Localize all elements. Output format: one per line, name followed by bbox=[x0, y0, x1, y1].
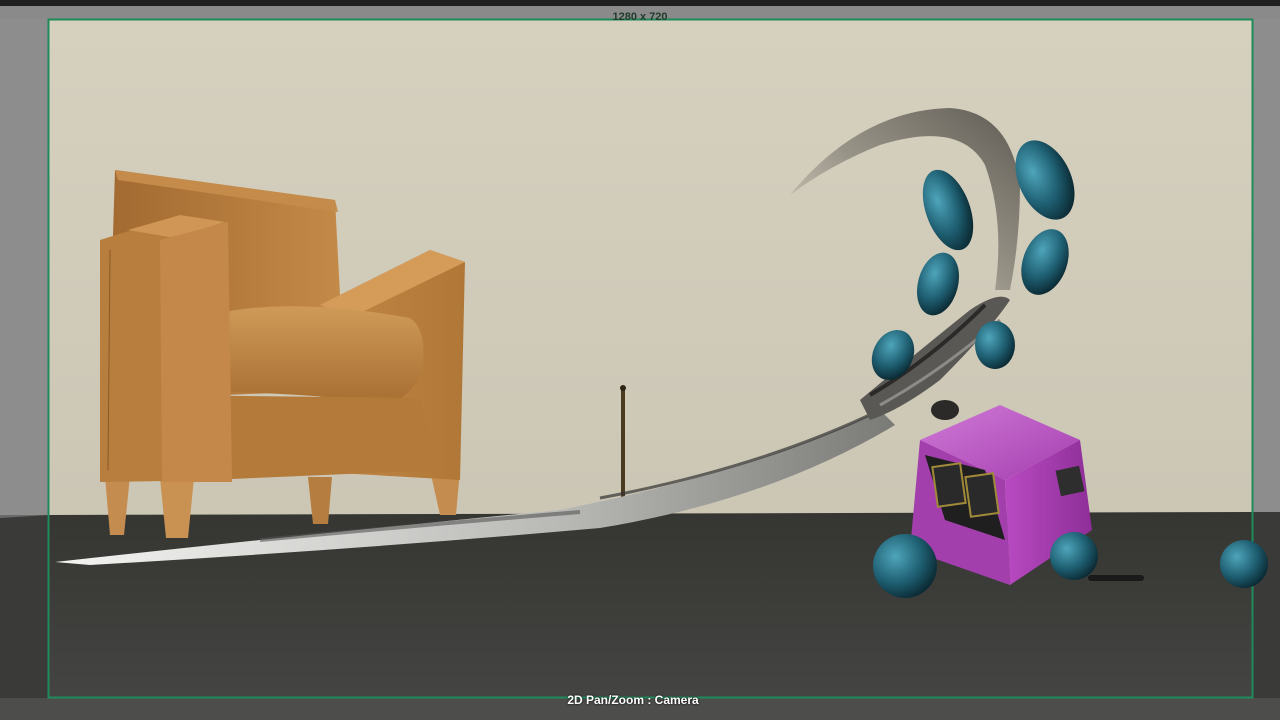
scene-render bbox=[0, 6, 1280, 720]
robot-wheel bbox=[873, 534, 937, 598]
resolution-label: 1280 x 720 bbox=[612, 11, 668, 23]
viewport-panel[interactable]: 1280 x 720 2D Pan/Zoom : Camera bbox=[0, 0, 1280, 720]
camera-hud-label: 2D Pan/Zoom : Camera bbox=[567, 693, 699, 707]
